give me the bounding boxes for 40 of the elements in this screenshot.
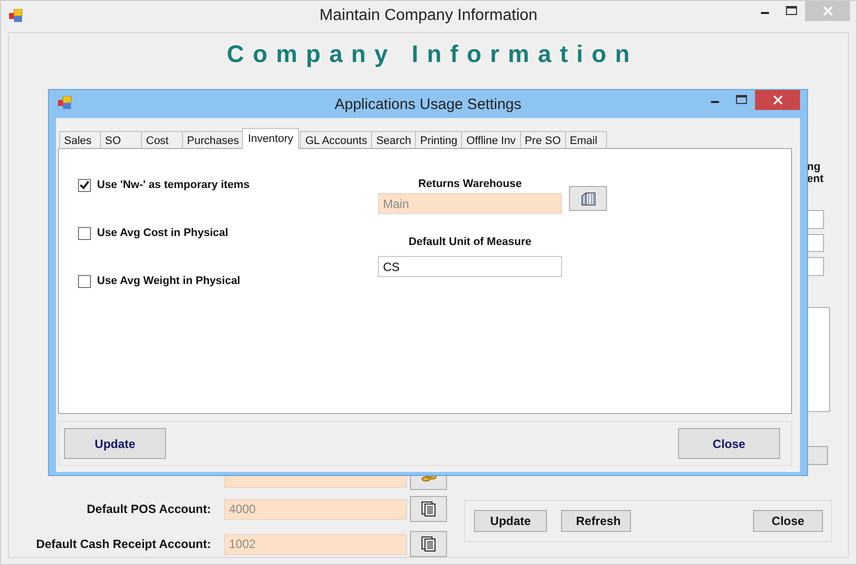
checkbox-label: Use Avg Cost in Physical [97, 227, 228, 239]
window-title: Maintain Company Information [318, 7, 538, 25]
field-label: Returns Warehouse [417, 178, 523, 192]
lookup-button[interactable] [410, 531, 447, 557]
page-heading: Company Information [226, 41, 638, 70]
check-icon [79, 180, 90, 190]
button[interactable]: Update [474, 510, 547, 532]
close-icon [822, 6, 832, 16]
checkbox-label: Use 'Nw-' as temporary items [97, 179, 250, 191]
maximize-icon [786, 6, 797, 16]
field-label: Default POS Account: [86, 502, 211, 516]
field-label: Default Cash Receipt Account: [35, 537, 211, 551]
document-icon [421, 501, 436, 517]
text-area[interactable] [806, 306, 830, 412]
button[interactable]: Refresh [561, 510, 631, 532]
button[interactable]: Update [64, 428, 166, 459]
close-icon [772, 95, 782, 105]
lookup-button[interactable] [410, 496, 447, 522]
app-icon [58, 96, 72, 109]
field-label: Default Unit of Measure [408, 236, 532, 250]
maximize-icon [736, 95, 747, 105]
checkbox[interactable] [78, 178, 91, 192]
app-icon [9, 9, 23, 22]
tab[interactable]: Inventory [242, 128, 300, 149]
building-icon [580, 192, 596, 206]
checkbox[interactable] [78, 226, 91, 240]
button[interactable] [806, 446, 828, 466]
button[interactable]: Close [678, 428, 780, 459]
dialog-title: Applications Usage Settings [334, 96, 522, 113]
close-button[interactable] [755, 90, 800, 110]
checkbox[interactable] [78, 274, 91, 288]
tab[interactable]: Sales [59, 131, 101, 149]
tab[interactable]: Printing [415, 131, 462, 149]
tab[interactable]: Email [564, 131, 607, 149]
document-icon [421, 536, 436, 552]
checkbox-label: Use Avg Weight in Physical [97, 275, 240, 287]
field-label: ng ent [807, 161, 824, 185]
button[interactable]: Close [753, 510, 823, 532]
input-field[interactable]: CS [378, 256, 562, 277]
tab[interactable]: GL Accounts [300, 131, 372, 149]
